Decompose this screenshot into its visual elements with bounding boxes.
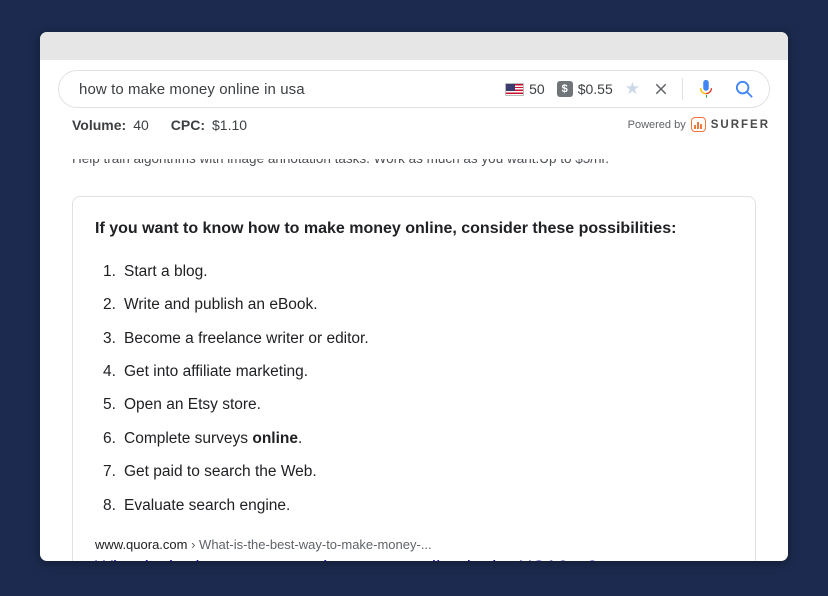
list-item-number: 3. — [103, 329, 116, 347]
surfer-logo-icon — [690, 117, 706, 132]
window-titlebar — [40, 32, 788, 60]
list-item-number: 2. — [103, 296, 116, 314]
list-item-label: Get into affiliate marketing. — [124, 363, 309, 380]
search-bar[interactable]: how to make money online in usa 50 $ $0.… — [58, 70, 770, 108]
list-item-label: Become a freelance writer or editor. — [124, 329, 369, 347]
result-url[interactable]: www.quora.com › What-is-the-best-way-to-… — [95, 537, 733, 552]
list-item-number: 8. — [103, 496, 116, 514]
dollar-badge-icon: $ — [556, 81, 573, 97]
list-item-number: 5. — [103, 396, 116, 414]
cpc-metric: $ $0.55 — [556, 81, 613, 97]
powered-by-label: Powered by — [627, 118, 686, 131]
us-flag-icon — [505, 82, 525, 96]
list-item-highlight: online — [252, 429, 298, 447]
microphone-icon[interactable] — [695, 78, 717, 100]
result-title-link[interactable]: What is the best way to make money onlin… — [95, 557, 733, 561]
volume-value: 40 — [133, 117, 149, 133]
browser-window: how to make money online in usa 50 $ $0.… — [40, 32, 788, 561]
list-item: 1. Start a blog. — [103, 261, 733, 283]
cpc-inline-value: $0.55 — [577, 81, 613, 97]
cpc-label: CPC: — [170, 117, 206, 133]
search-header: how to make money online in usa 50 $ $0.… — [40, 60, 788, 158]
list-item: 4. Get into affiliate marketing. — [103, 361, 733, 383]
surfer-brand-name: SURFER — [710, 118, 770, 131]
star-icon[interactable]: ★ — [625, 79, 640, 99]
result-domain: www.quora.com — [95, 537, 188, 553]
list-item-number: 6. — [103, 429, 116, 447]
country-volume-value: 50 — [529, 81, 545, 97]
search-bar-divider — [682, 78, 683, 100]
list-item-label: Write and publish an eBook. — [124, 296, 318, 314]
search-submit-icon[interactable] — [733, 78, 755, 100]
list-item-number: 7. — [103, 463, 116, 481]
results-body: Help train algorithms with image annotat… — [40, 158, 788, 561]
list-item-label: Get paid to search the Web. — [124, 463, 317, 481]
list-item: 3. Become a freelance writer or editor. — [103, 328, 733, 350]
cpc-value: $1.10 — [212, 117, 248, 133]
featured-snippet-card: If you want to know how to make money on… — [72, 196, 756, 561]
list-item-label: Open an Etsy store. — [124, 396, 261, 414]
result-breadcrumb: › What-is-the-best-way-to-make-money-... — [191, 537, 432, 553]
volume-label: Volume: — [72, 117, 127, 133]
country-volume-metric: 50 — [505, 81, 545, 97]
search-input[interactable]: how to make money online in usa — [79, 81, 505, 98]
list-item-number: 4. — [103, 363, 116, 380]
snippet-list: 1. Start a blog. 2. Write and publish an eB… — [103, 261, 733, 518]
powered-by-surfer: Powered by SURFER — [628, 117, 770, 132]
list-item: 6. Complete surveys online. — [103, 428, 733, 450]
close-icon[interactable] — [652, 80, 670, 98]
list-item-label: Complete surveys online. — [124, 429, 303, 447]
list-item-label: Evaluate search engine. — [124, 496, 291, 514]
list-item: 2. Write and publish an eBook. — [103, 294, 733, 316]
clipped-ad-text: Help train algorithms with image annotat… — [72, 158, 610, 166]
list-item: 5. Open an Etsy store. — [103, 394, 733, 416]
list-item: 7. Get paid to search the Web. — [103, 461, 733, 483]
list-item-number: 1. — [103, 262, 116, 280]
list-item: 8. Evaluate search engine. — [103, 495, 733, 517]
snippet-heading: If you want to know how to make money on… — [95, 220, 677, 237]
list-item-label: Start a blog. — [124, 262, 208, 280]
